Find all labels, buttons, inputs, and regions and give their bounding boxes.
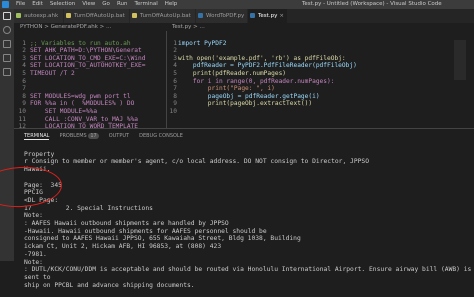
tab-turnoff-1[interactable]: TurnOffAutoUp.bat [64, 9, 130, 23]
tab-autoexp[interactable]: autoexp.ahk [14, 9, 64, 23]
tab-turnoff-2[interactable]: TurnOffAutoUp.bat [130, 9, 196, 23]
terminal-panel: TERMINAL PROBLEMS 17 OUTPUT DEBUG CONSOL… [14, 128, 474, 289]
right-editor[interactable]: import PyPDF2 with open('example.pdf', '… [178, 32, 450, 116]
menu-run[interactable]: Run [117, 0, 128, 9]
vscode-logo-icon [2, 1, 9, 8]
activity-bar [0, 9, 14, 261]
tab-label: WordToPDF.py [206, 13, 245, 19]
source-control-icon[interactable] [3, 40, 11, 48]
problems-count-badge: 17 [88, 133, 99, 139]
tab-problems[interactable]: PROBLEMS 17 [59, 133, 99, 140]
tab-label: Test.py [258, 13, 278, 19]
terminal-output[interactable]: Property r Consign to member or member's… [24, 143, 471, 297]
tab-wordtopdf[interactable]: WordToPDF.py [196, 9, 248, 23]
tab-output[interactable]: OUTPUT [109, 133, 129, 140]
tab-test-py[interactable]: Test.py × [248, 9, 288, 23]
left-editor[interactable]: ;; Variables to run auto.ah SET AHK_PATH… [30, 32, 166, 131]
search-icon[interactable] [3, 26, 11, 34]
minimap[interactable] [454, 40, 466, 80]
tab-terminal[interactable]: TERMINAL [24, 133, 50, 140]
tab-label: TurnOffAutoUp.bat [74, 13, 125, 19]
run-debug-icon[interactable] [3, 54, 11, 62]
menu-bar: File Edit Selection View Go Run Terminal… [16, 0, 177, 9]
menu-view[interactable]: View [82, 0, 95, 9]
title-bar: File Edit Selection View Go Run Terminal… [0, 0, 474, 9]
menu-file[interactable]: File [16, 0, 25, 9]
editor-tab-bar: autoexp.ahk TurnOffAutoUp.bat TurnOffAut… [14, 9, 474, 23]
panel-tab-bar: TERMINAL PROBLEMS 17 OUTPUT DEBUG CONSOL… [24, 133, 183, 140]
tab-label: autoexp.ahk [24, 13, 59, 19]
breadcrumb-right[interactable]: Test.py > … [172, 23, 205, 31]
python-file-icon [250, 13, 255, 18]
bat-file-icon [66, 13, 71, 18]
menu-help[interactable]: Help [165, 0, 178, 9]
left-gutter: 1 2 3 4 5 6 7 8 9 10 11 12 [18, 39, 26, 131]
window-title: Test.py - Untitled (Workspace) - Visual … [302, 1, 442, 7]
menu-terminal[interactable]: Terminal [134, 0, 157, 9]
ahk-file-icon [16, 13, 21, 18]
tab-label: TurnOffAutoUp.bat [140, 13, 191, 19]
right-gutter: 1 2 3 4 5 6 7 8 9 10 [169, 39, 177, 115]
menu-selection[interactable]: Selection [50, 0, 75, 9]
explorer-icon[interactable] [3, 12, 11, 20]
menu-edit[interactable]: Edit [32, 0, 43, 9]
tab-debug-console[interactable]: DEBUG CONSOLE [139, 133, 183, 140]
extensions-icon[interactable] [3, 68, 11, 76]
breadcrumb-left[interactable]: PYTHON > GeneratePDF.ahk > … [20, 23, 112, 31]
close-icon[interactable]: × [279, 9, 284, 23]
python-file-icon [198, 13, 203, 18]
bat-file-icon [132, 13, 137, 18]
menu-go[interactable]: Go [102, 0, 110, 9]
